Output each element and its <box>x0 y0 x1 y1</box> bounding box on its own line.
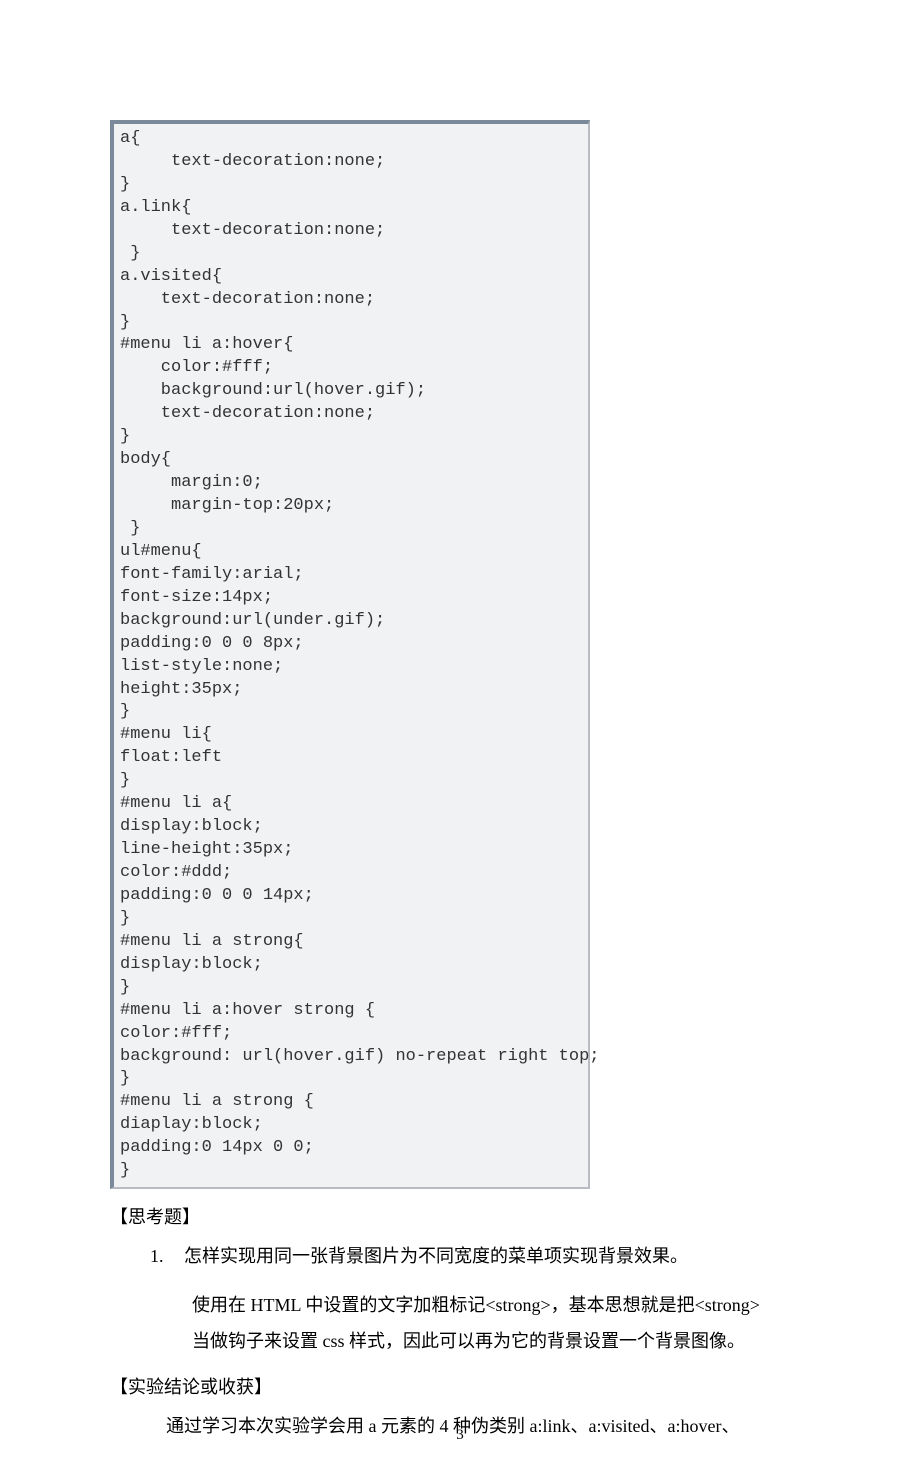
page-number: 3 <box>0 1427 920 1444</box>
conclusion-heading: 【实验结论或收获】 <box>110 1373 810 1399</box>
answer-line-1: 使用在 HTML 中设置的文字加粗标记<strong>，基本思想就是把<stro… <box>192 1287 810 1323</box>
document-page: a{ text-decoration:none; } a.link{ text-… <box>0 0 920 1484</box>
questions-heading: 【思考题】 <box>110 1203 810 1229</box>
question-item: 1.怎样实现用同一张背景图片为不同宽度的菜单项实现背景效果。 <box>150 1239 810 1273</box>
question-text: 怎样实现用同一张背景图片为不同宽度的菜单项实现背景效果。 <box>184 1246 688 1266</box>
answer-line-2: 当做钩子来设置 css 样式，因此可以再为它的背景设置一个背景图像。 <box>192 1323 810 1359</box>
question-number: 1. <box>150 1239 184 1273</box>
css-code-block: a{ text-decoration:none; } a.link{ text-… <box>110 120 590 1189</box>
